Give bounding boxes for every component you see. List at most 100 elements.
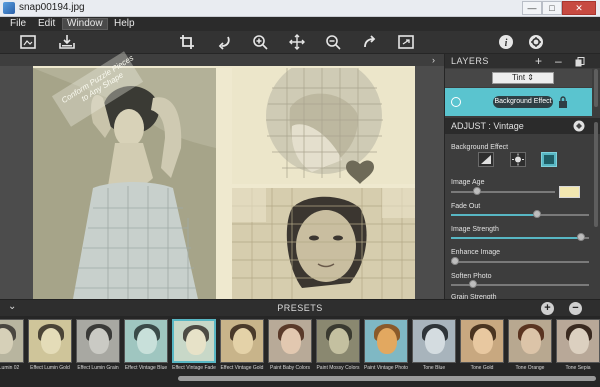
crop-icon[interactable]	[178, 33, 196, 51]
lock-icon[interactable]	[558, 96, 568, 108]
preset-thumbnail[interactable]	[268, 319, 312, 363]
preset-thumbnail[interactable]	[0, 319, 24, 363]
minimize-button[interactable]: —	[522, 1, 542, 15]
title-bar: snap00194.jpg — □ ✕	[0, 0, 600, 17]
image-strength-slider-fill	[451, 237, 581, 239]
fade-out-slider-handle[interactable]	[532, 210, 541, 218]
effect-gradient-button[interactable]	[478, 152, 494, 167]
tint-dropdown[interactable]: Tint ⇕	[492, 72, 554, 84]
zoom-out-icon[interactable]	[324, 33, 342, 51]
save-icon[interactable]	[58, 33, 76, 51]
dropdown-arrows-icon: ⇕	[527, 73, 534, 82]
preset-label: Effect Vintage Blue	[124, 365, 168, 371]
close-button[interactable]: ✕	[562, 1, 596, 15]
enhance-image-slider[interactable]	[451, 261, 589, 263]
move-icon[interactable]	[288, 33, 306, 51]
image-age-label: Image Age	[451, 179, 485, 186]
preset-thumbnail-face	[425, 328, 445, 354]
adjust-settings-icon[interactable]	[573, 120, 585, 132]
layers-header: LAYERS + –	[445, 54, 600, 68]
soften-photo-label: Soften Photo	[451, 273, 492, 280]
layers-scrollbar[interactable]	[594, 69, 598, 107]
effect-solid-button[interactable]	[541, 152, 557, 167]
tint-label: Tint	[512, 73, 526, 82]
preset-thumbnail[interactable]	[460, 319, 504, 363]
collage-photo-circle[interactable]	[232, 68, 415, 184]
fade-out-label: Fade Out	[451, 203, 481, 210]
preset-thumbnail-face	[521, 328, 541, 354]
image-strength-label: Image Strength	[451, 226, 499, 233]
preset-thumbnail[interactable]	[556, 319, 600, 363]
undo-icon[interactable]	[215, 33, 233, 51]
preset-thumbnail[interactable]	[28, 319, 72, 363]
layer-visibility-icon[interactable]	[451, 97, 461, 107]
menu-window[interactable]: Window	[62, 18, 108, 30]
preset-label: Tone Sepia	[565, 365, 591, 371]
remove-preset-button[interactable]: −	[569, 302, 582, 315]
preset-label: Effect Vintage Fade	[172, 365, 216, 371]
preset-label: Paint Vintage Photo	[363, 365, 409, 371]
frame-icon[interactable]	[19, 33, 37, 51]
preset-label: Tone Blue	[422, 365, 446, 371]
soften-photo-slider-handle[interactable]	[469, 280, 478, 288]
age-color-swatch[interactable]	[559, 186, 580, 198]
preset-thumbnail-face	[137, 328, 157, 354]
adjust-title: ADJUST : Vintage	[451, 121, 524, 131]
preset-thumbnail[interactable]	[412, 319, 456, 363]
layers-title: LAYERS	[451, 56, 489, 66]
preset-thumbnail-face	[473, 328, 493, 354]
preset-thumbnail-face	[377, 328, 397, 354]
settings-icon[interactable]	[527, 33, 545, 51]
preset-thumbnail-face	[233, 328, 253, 354]
preset-thumbnail[interactable]	[76, 319, 120, 363]
preset-label: Paint Mossy Colors	[316, 365, 360, 371]
menu-edit[interactable]: Edit	[34, 18, 59, 30]
preset-thumbnail[interactable]	[364, 319, 408, 363]
presets-scrollbar[interactable]	[178, 376, 596, 381]
enhance-image-slider-handle[interactable]	[451, 257, 460, 265]
info-icon[interactable]: i	[497, 33, 515, 51]
preset-label: Effect Lumin Grain	[77, 365, 119, 371]
duplicate-layer-icon[interactable]	[575, 56, 585, 70]
window-title: snap00194.jpg	[19, 2, 85, 13]
preset-label: Effect Lumin 02	[0, 365, 20, 371]
image-age-slider[interactable]	[451, 191, 555, 193]
menu-bar: File Edit Window Help	[0, 17, 600, 31]
add-layer-button[interactable]: +	[535, 54, 542, 68]
add-preset-button[interactable]: +	[541, 302, 554, 315]
preset-thumbnail-face	[89, 328, 109, 354]
presets-title: PRESETS	[277, 303, 323, 313]
menu-help[interactable]: Help	[110, 18, 139, 30]
effect-burst-button[interactable]	[510, 152, 526, 167]
preset-thumbnail-face	[281, 328, 301, 354]
zoom-in-icon[interactable]	[251, 33, 269, 51]
preset-label: Effect Lumin Gold	[30, 365, 70, 371]
collage-photo-bottom[interactable]	[232, 188, 415, 299]
fit-icon[interactable]	[397, 33, 415, 51]
image-age-slider-handle[interactable]	[473, 187, 481, 195]
layer-tint-row[interactable]: Tint ⇕	[445, 69, 592, 87]
preset-label: Paint Baby Colors	[269, 365, 311, 371]
toolbar: i	[0, 31, 600, 54]
svg-text:i: i	[505, 38, 508, 49]
remove-layer-button[interactable]: –	[555, 54, 562, 68]
background-effect-label: Background Effect	[451, 144, 509, 151]
adjust-scrollbar[interactable]	[594, 122, 598, 227]
preset-thumbnail[interactable]	[316, 319, 360, 363]
menu-file[interactable]: File	[6, 18, 30, 30]
preset-thumbnail-face	[41, 328, 61, 354]
canvas-top-strip	[0, 54, 444, 66]
preset-thumbnail[interactable]	[220, 319, 264, 363]
right-panel: LAYERS + – Tint ⇕ Background Effect ADJU…	[444, 54, 600, 301]
preset-thumbnail[interactable]	[172, 319, 216, 363]
panel-toggle-arrow[interactable]: ›	[432, 55, 442, 65]
preset-thumbnail[interactable]	[124, 319, 168, 363]
layer-background-effect-row[interactable]: Background Effect	[445, 88, 592, 116]
presets-header: ⌄ PRESETS + −	[0, 299, 600, 316]
maximize-button[interactable]: □	[542, 1, 562, 15]
image-strength-slider-handle[interactable]	[576, 233, 585, 241]
redo-icon[interactable]	[361, 33, 379, 51]
canvas-area[interactable]: › Conform Puzzle Pieces to Any Shape	[0, 51, 444, 299]
preset-thumbnail[interactable]	[508, 319, 552, 363]
app-window: snap00194.jpg — □ ✕ File Edit Window Hel…	[0, 0, 600, 387]
